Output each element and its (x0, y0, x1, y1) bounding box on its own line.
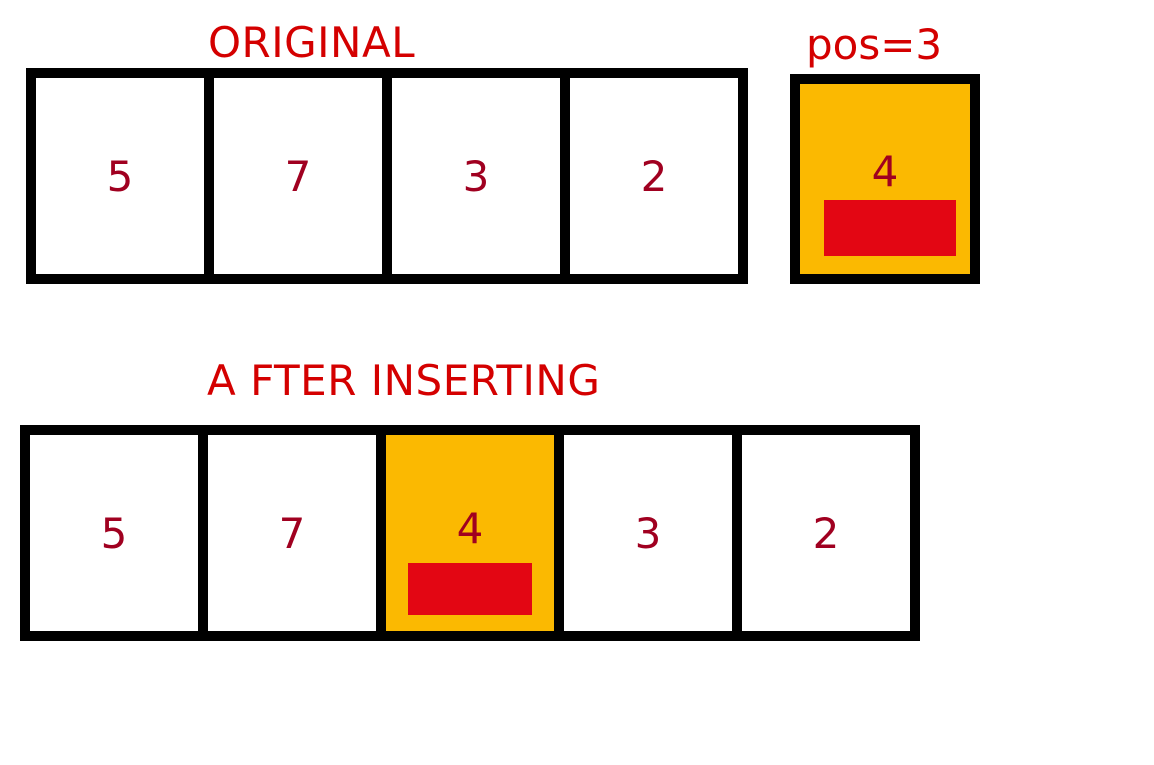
cell-value: 5 (101, 509, 128, 558)
array-after-cell-3: 3 (564, 435, 732, 631)
cell-value: 5 (107, 152, 134, 201)
array-original: 5 7 3 2 (26, 68, 748, 284)
insert-element-box: 4 (790, 74, 980, 284)
accent-block-icon (408, 563, 532, 615)
cell-value: 2 (813, 509, 840, 558)
array-after: 5 7 4 3 2 (20, 425, 920, 641)
cell-value: 7 (285, 152, 312, 201)
cell-value: 4 (457, 504, 484, 553)
array-original-cell-3: 2 (570, 78, 738, 274)
diagram-stage: ORIGINAL pos=3 5 7 3 2 4 A FTER INSERTIN… (0, 0, 1154, 765)
title-original: ORIGINAL (208, 18, 415, 67)
cell-value: 3 (635, 509, 662, 558)
array-original-cell-0: 5 (36, 78, 204, 274)
title-after: A FTER INSERTING (207, 356, 600, 405)
accent-block-icon (824, 200, 956, 256)
array-after-cell-0: 5 (30, 435, 198, 631)
cell-value: 2 (641, 152, 668, 201)
insert-element-value: 4 (872, 147, 899, 196)
array-original-cell-1: 7 (214, 78, 382, 274)
array-after-cell-4: 2 (742, 435, 910, 631)
cell-value: 7 (279, 509, 306, 558)
array-after-cell-2-highlight: 4 (386, 435, 554, 631)
label-pos: pos=3 (806, 20, 942, 69)
array-original-cell-2: 3 (392, 78, 560, 274)
cell-value: 3 (463, 152, 490, 201)
array-after-cell-1: 7 (208, 435, 376, 631)
